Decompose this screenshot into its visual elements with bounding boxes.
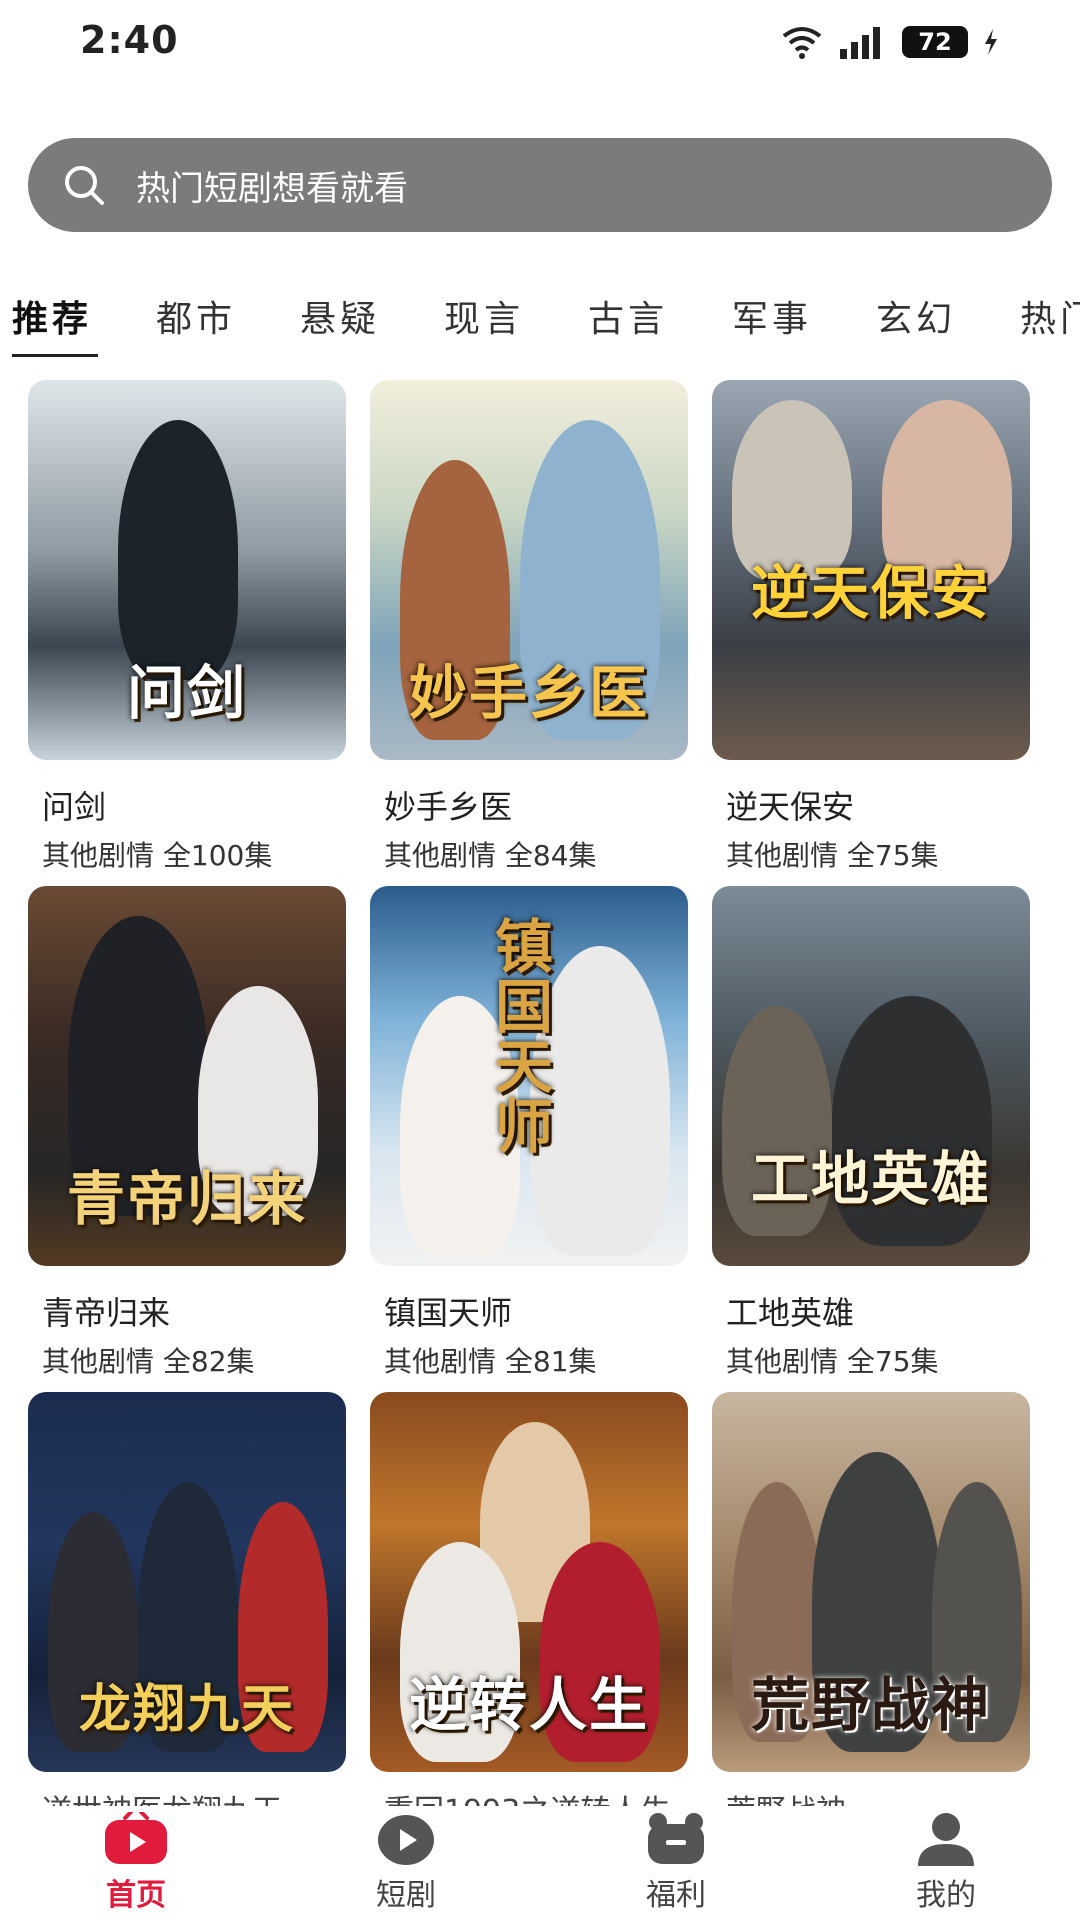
drama-card[interactable]: 工地英雄 工地英雄 其他剧情 全75集 (712, 886, 1030, 1380)
nav-drama[interactable]: 短剧 (336, 1812, 476, 1914)
status-icons: 72 (780, 20, 1000, 64)
drama-poster[interactable]: 逆天保安 (712, 380, 1030, 760)
poster-title: 逆转人生 (408, 1671, 649, 1739)
status-bar: 2:40 72 (0, 0, 1080, 90)
search-icon (65, 166, 104, 205)
nav-label: 福利 (646, 1878, 706, 1913)
wifi-icon (782, 27, 822, 59)
nav-label: 我的 (916, 1878, 976, 1913)
drama-poster[interactable]: 龙翔九天 (28, 1392, 346, 1772)
nav-home[interactable]: 首页 (66, 1812, 206, 1914)
tab-recommend[interactable]: 推荐 (12, 290, 92, 342)
drama-title-peek: 逆世神医龙翔九天 (42, 1786, 282, 1808)
drama-poster[interactable]: 问剑 (28, 380, 346, 760)
active-tab-indicator (12, 354, 98, 357)
nav-mine[interactable]: 我的 (876, 1812, 1016, 1914)
category-tabs: 推荐 都市 悬疑 现言 古言 军事 玄幻 热门 (0, 282, 1080, 362)
tab-modern-romance[interactable]: 现言 (444, 290, 524, 342)
drama-poster[interactable]: 镇国天师 (370, 886, 688, 1266)
drama-card[interactable]: 荒野战神 (712, 1392, 1030, 1772)
status-time: 2:40 (80, 18, 179, 62)
nav-label: 首页 (106, 1878, 166, 1913)
drama-card[interactable]: 逆转人生 (370, 1392, 688, 1772)
drama-poster[interactable]: 工地英雄 (712, 886, 1030, 1266)
drama-card[interactable]: 青帝归来 青帝归来 其他剧情 全82集 (28, 886, 346, 1380)
gift-face-icon (648, 1813, 704, 1864)
tab-suspense[interactable]: 悬疑 (300, 290, 380, 342)
tab-hot[interactable]: 热门 (1020, 290, 1080, 342)
poster-title: 逆天保安 (750, 559, 991, 627)
drama-card[interactable]: 镇国天师 镇国天师 其他剧情 全81集 (370, 886, 688, 1380)
home-play-icon (105, 1812, 167, 1864)
drama-card[interactable]: 妙手乡医 妙手乡医 其他剧情 全84集 (370, 380, 688, 874)
drama-poster[interactable]: 妙手乡医 (370, 380, 688, 760)
bottom-nav: 首页 短剧 福利 我的 (0, 1806, 1080, 1920)
drama-meta: 其他剧情 全84集 (384, 839, 597, 872)
poster-title: 青帝归来 (66, 1165, 307, 1233)
drama-title: 逆天保安 (726, 788, 855, 826)
drama-meta: 其他剧情 全82集 (42, 1345, 255, 1378)
poster-title: 问剑 (126, 659, 247, 727)
poster-title: 妙手乡医 (408, 659, 649, 727)
drama-meta: 其他剧情 全100集 (42, 839, 273, 872)
drama-title: 镇国天师 (384, 1294, 513, 1332)
drama-meta: 其他剧情 全75集 (726, 1345, 939, 1378)
drama-title: 问剑 (42, 788, 107, 826)
nav-label: 短剧 (376, 1878, 436, 1913)
drama-meta: 其他剧情 全75集 (726, 839, 939, 872)
charging-icon (985, 29, 997, 55)
drama-poster[interactable]: 荒野战神 (712, 1392, 1030, 1772)
drama-title-peek: 荒野战神 (726, 1786, 846, 1808)
poster-title: 龙翔九天 (78, 1679, 295, 1740)
drama-title-peek: 重回1993之逆转人生 (384, 1786, 670, 1808)
tab-military[interactable]: 军事 (732, 290, 812, 342)
drama-title: 妙手乡医 (384, 788, 513, 826)
drama-title: 工地英雄 (726, 1294, 855, 1332)
poster-title: 荒野战神 (750, 1671, 991, 1739)
tab-fantasy[interactable]: 玄幻 (876, 290, 956, 342)
signal-icon (840, 27, 880, 59)
tab-urban[interactable]: 都市 (156, 290, 236, 342)
drama-poster[interactable]: 青帝归来 (28, 886, 346, 1266)
nav-welfare[interactable]: 福利 (606, 1812, 746, 1914)
play-circle-icon (378, 1815, 434, 1865)
drama-title: 青帝归来 (42, 1294, 171, 1332)
tab-ancient-romance[interactable]: 古言 (588, 290, 668, 342)
drama-poster[interactable]: 逆转人生 (370, 1392, 688, 1772)
search-bar[interactable]: 热门短剧想看就看 (28, 138, 1052, 232)
drama-card[interactable]: 龙翔九天 (28, 1392, 346, 1772)
poster-title: 工地英雄 (750, 1145, 991, 1213)
drama-meta: 其他剧情 全81集 (384, 1345, 597, 1378)
search-placeholder: 热门短剧想看就看 (136, 168, 408, 209)
drama-card[interactable]: 逆天保安 逆天保安 其他剧情 全75集 (712, 380, 1030, 874)
drama-card[interactable]: 问剑 问剑 其他剧情 全100集 (28, 380, 346, 874)
user-icon (918, 1813, 974, 1866)
battery-indicator: 72 (902, 26, 968, 58)
poster-title: 镇国天师 (485, 916, 553, 1156)
